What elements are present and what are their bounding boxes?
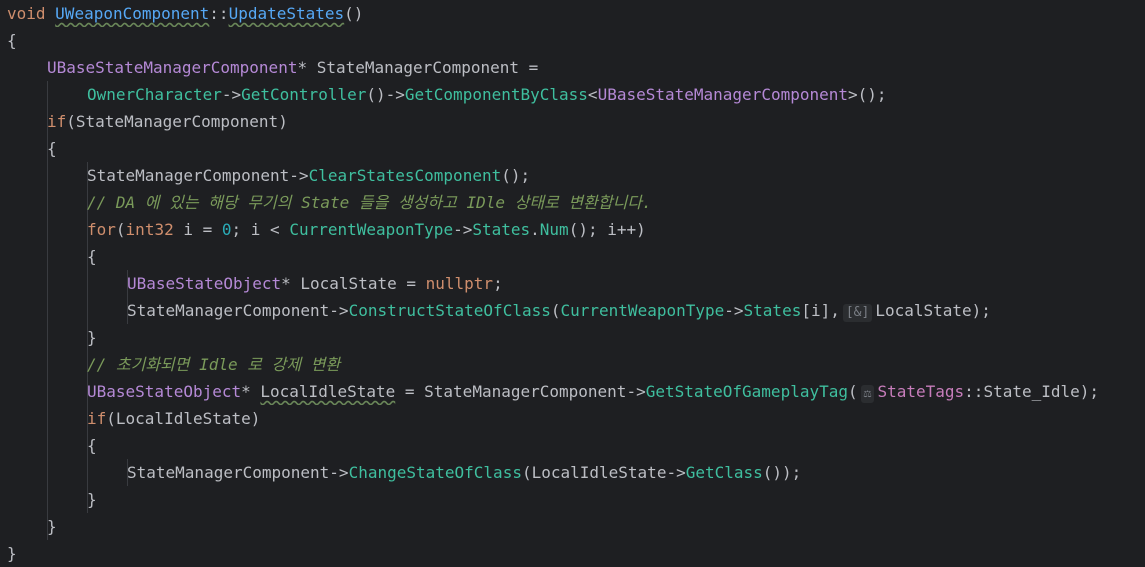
code-token: CurrentWeaponType	[289, 220, 454, 239]
code-token: if	[47, 112, 67, 131]
code-token: // DA 에 있는 해당 무기의 State 들을 생성하고 IDle 상태로…	[87, 193, 652, 212]
code-token: ;	[493, 274, 503, 293]
code-token: <	[587, 85, 598, 104]
code-token: ()->	[366, 85, 405, 104]
code-token: (LocalIdleState->	[521, 463, 686, 482]
code-token: ConstructStateOfClass	[348, 301, 551, 320]
code-token: // 초기화되면 Idle 로 강제 변환	[87, 355, 341, 374]
code-token: States	[472, 220, 531, 239]
code-line[interactable]: if(StateManagerComponent)	[0, 108, 1145, 135]
code-line[interactable]: if(LocalIdleState)	[0, 405, 1145, 432]
code-line[interactable]: }	[0, 486, 1145, 513]
code-token: (	[550, 301, 561, 320]
code-line[interactable]: }	[0, 513, 1145, 540]
code-token: UBaseStateManagerComponent	[47, 58, 298, 77]
code-token: {	[87, 436, 97, 455]
code-token: LocalState =	[300, 274, 426, 293]
code-line[interactable]: {	[0, 243, 1145, 270]
code-token: GetStateOfGameplayTag	[645, 382, 848, 401]
code-token: }	[7, 544, 17, 563]
code-token: OwnerCharacter	[87, 85, 222, 104]
code-token: (StateManagerComponent)	[66, 112, 288, 131]
code-token: ::State_Idle);	[964, 382, 1100, 401]
code-token: States	[743, 301, 802, 320]
code-token: GetComponentByClass	[404, 85, 588, 104]
code-token: >();	[848, 85, 887, 104]
code-token: LocalIdleState	[260, 382, 396, 401]
code-token: ->	[724, 301, 744, 320]
code-token: }	[87, 328, 97, 347]
code-token: StateManagerComponent	[87, 166, 290, 185]
code-token: }	[87, 490, 97, 509]
code-token: StateManagerComponent =	[316, 58, 539, 77]
code-token: nullptr	[425, 274, 494, 293]
code-line[interactable]: StateManagerComponent->ConstructStateOfC…	[0, 297, 1145, 324]
code-token: *	[281, 274, 301, 293]
code-token: );	[971, 301, 991, 320]
code-line[interactable]: // 초기화되면 Idle 로 강제 변환	[0, 351, 1145, 378]
code-token: StateManagerComponent	[127, 463, 330, 482]
code-line[interactable]: {	[0, 135, 1145, 162]
code-token: }	[47, 517, 57, 536]
code-token: (	[115, 220, 126, 239]
code-token: LocalState	[875, 301, 972, 320]
code-line[interactable]: {	[0, 27, 1145, 54]
code-token: for	[87, 220, 116, 239]
code-token: {	[7, 31, 17, 50]
inlay-hint: [&]	[842, 304, 873, 322]
code-token: (); i++)	[568, 220, 646, 239]
code-token: ();	[501, 166, 531, 185]
code-token: ; i <	[231, 220, 290, 239]
code-line[interactable]: OwnerCharacter->GetController()->GetComp…	[0, 81, 1145, 108]
code-token: i =	[183, 220, 222, 239]
code-token: .	[530, 220, 540, 239]
code-line[interactable]: // DA 에 있는 해당 무기의 State 들을 생성하고 IDle 상태로…	[0, 189, 1145, 216]
code-token: ->	[221, 85, 242, 104]
code-token: GetController	[241, 85, 367, 104]
code-token: *	[241, 382, 261, 401]
code-line[interactable]: StateManagerComponent->ChangeStateOfClas…	[0, 459, 1145, 486]
code-token: {	[87, 247, 97, 266]
code-line[interactable]: }	[0, 324, 1145, 351]
code-token: ClearStatesComponent	[308, 166, 502, 185]
code-editor[interactable]: void UWeaponComponent::UpdateStates(){UB…	[0, 0, 1145, 567]
code-token: {	[47, 139, 57, 158]
code-token: ()	[344, 4, 364, 23]
code-token: UBaseStateObject	[127, 274, 282, 293]
code-token: (LocalIdleState)	[106, 409, 261, 428]
code-token: 0	[221, 220, 232, 239]
code-token: ->	[329, 301, 349, 320]
code-token: ->	[453, 220, 473, 239]
code-token: ChangeStateOfClass	[348, 463, 522, 482]
code-token: GetClass	[685, 463, 763, 482]
code-token: UpdateStates	[228, 4, 345, 23]
code-line[interactable]: UBaseStateObject* LocalIdleState = State…	[0, 378, 1145, 405]
code-line[interactable]: StateManagerComponent->ClearStatesCompon…	[0, 162, 1145, 189]
code-token: UBaseStateManagerComponent	[597, 85, 849, 104]
code-token: = StateManagerComponent->	[395, 382, 646, 401]
code-token: Num	[539, 220, 569, 239]
code-token: ->	[329, 463, 349, 482]
code-token: UBaseStateObject	[87, 382, 242, 401]
code-line[interactable]: UBaseStateObject* LocalState = nullptr;	[0, 270, 1145, 297]
code-token: [i],	[801, 301, 840, 320]
code-token: *	[297, 58, 317, 77]
code-token: StateManagerComponent	[127, 301, 330, 320]
code-token: (	[848, 382, 858, 401]
code-line[interactable]: for(int32 i = 0; i < CurrentWeaponType->…	[0, 216, 1145, 243]
code-line[interactable]: UBaseStateManagerComponent* StateManager…	[0, 54, 1145, 81]
code-line[interactable]: {	[0, 432, 1145, 459]
code-token: if	[87, 409, 107, 428]
code-token: void	[7, 4, 56, 23]
code-token: UWeaponComponent	[55, 4, 210, 23]
code-token: ());	[762, 463, 802, 482]
code-line[interactable]: void UWeaponComponent::UpdateStates()	[0, 0, 1145, 27]
code-token: StateTags	[877, 382, 965, 401]
code-line[interactable]: }	[0, 540, 1145, 567]
code-token: ::	[209, 4, 229, 23]
inlay-hint: ⚖	[860, 385, 875, 403]
code-token: int32	[125, 220, 184, 239]
code-token: CurrentWeaponType	[560, 301, 725, 320]
code-token: ->	[289, 166, 309, 185]
